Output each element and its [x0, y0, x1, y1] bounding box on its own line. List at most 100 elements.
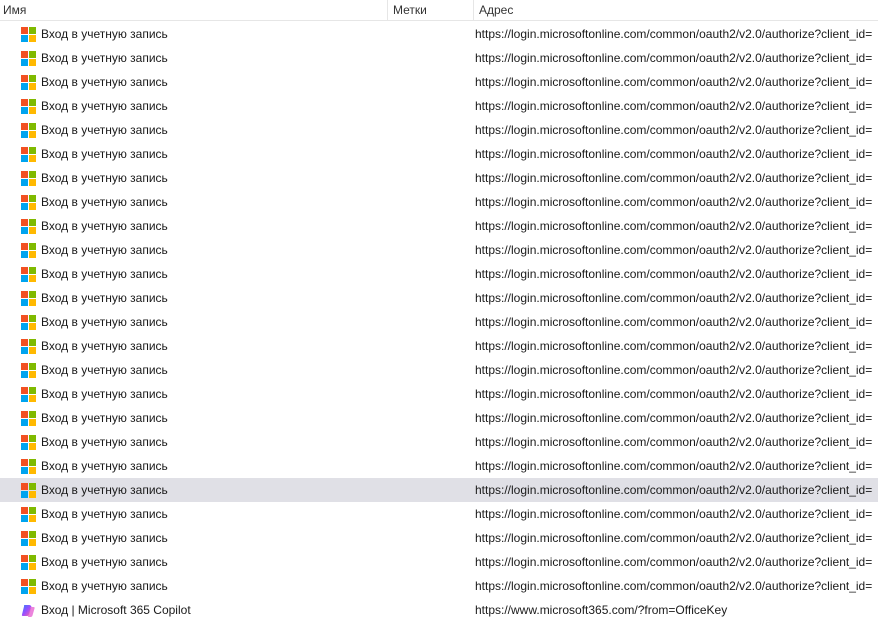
- bookmark-address: https://login.microsoftonline.com/common…: [475, 267, 873, 281]
- bookmark-name-cell: Вход в учетную запись: [0, 290, 388, 306]
- bookmark-row[interactable]: Вход в учетную запись https://login.micro…: [0, 406, 878, 430]
- bookmark-address: https://login.microsoftonline.com/common…: [475, 339, 873, 353]
- bookmark-row[interactable]: Вход в учетную запись https://login.micro…: [0, 454, 878, 478]
- microsoft-logo-icon: [21, 338, 36, 354]
- bookmark-row[interactable]: Вход в учетную запись https://login.micro…: [0, 166, 878, 190]
- bookmark-address: https://login.microsoftonline.com/common…: [475, 99, 873, 113]
- bookmark-row[interactable]: Вход в учетную запись https://login.micro…: [0, 502, 878, 526]
- column-header-tags[interactable]: Метки: [388, 0, 474, 21]
- bookmark-row[interactable]: Вход в учетную запись https://login.micro…: [0, 70, 878, 94]
- bookmark-title: Вход в учетную запись: [41, 483, 168, 497]
- bookmarks-list: Имя Метки Адрес Вход в учетную запись htt…: [0, 0, 878, 618]
- bookmark-title: Вход в учетную запись: [41, 267, 168, 281]
- bookmark-name-cell: Вход в учетную запись: [0, 578, 388, 594]
- bookmark-address: https://login.microsoftonline.com/common…: [475, 315, 873, 329]
- microsoft-logo-icon: [21, 578, 36, 594]
- microsoft-logo-icon: [21, 506, 36, 522]
- bookmark-name-cell: Вход в учетную запись: [0, 362, 388, 378]
- bookmark-rows: Вход в учетную запись https://login.micro…: [0, 22, 878, 618]
- bookmark-name-cell: Вход в учетную запись: [0, 386, 388, 402]
- bookmark-title: Вход в учетную запись: [41, 531, 168, 545]
- bookmark-address: https://login.microsoftonline.com/common…: [475, 123, 873, 137]
- bookmark-name-cell: Вход в учетную запись: [0, 74, 388, 90]
- bookmark-name-cell: Вход в учетную запись: [0, 482, 388, 498]
- bookmark-name-cell: Вход в учетную запись: [0, 146, 388, 162]
- bookmark-name-cell: Вход в учетную запись: [0, 506, 388, 522]
- bookmark-row[interactable]: Вход в учетную запись https://login.micro…: [0, 238, 878, 262]
- microsoft-logo-icon: [21, 98, 36, 114]
- microsoft-logo-icon: [21, 170, 36, 186]
- bookmark-name-cell: Вход в учетную запись: [0, 410, 388, 426]
- bookmark-name-cell: Вход в учетную запись: [0, 338, 388, 354]
- bookmark-title: Вход в учетную запись: [41, 243, 168, 257]
- bookmark-name-cell: Вход | Microsoft 365 Copilot: [0, 603, 388, 618]
- bookmark-address: https://login.microsoftonline.com/common…: [475, 531, 873, 545]
- microsoft-logo-icon: [21, 290, 36, 306]
- column-header-address[interactable]: Адрес: [474, 0, 878, 21]
- bookmark-row[interactable]: Вход в учетную запись https://login.micro…: [0, 142, 878, 166]
- bookmark-address: https://login.microsoftonline.com/common…: [475, 555, 873, 569]
- bookmark-title: Вход в учетную запись: [41, 51, 168, 65]
- bookmark-address: https://login.microsoftonline.com/common…: [475, 219, 873, 233]
- bookmark-name-cell: Вход в учетную запись: [0, 218, 388, 234]
- microsoft-logo-icon: [21, 50, 36, 66]
- bookmark-title: Вход в учетную запись: [41, 315, 168, 329]
- bookmark-address: https://login.microsoftonline.com/common…: [475, 51, 873, 65]
- bookmark-address: https://login.microsoftonline.com/common…: [475, 291, 873, 305]
- bookmark-title: Вход в учетную запись: [41, 507, 168, 521]
- bookmark-address: https://login.microsoftonline.com/common…: [475, 579, 873, 593]
- bookmark-title: Вход в учетную запись: [41, 339, 168, 353]
- bookmark-title: Вход в учетную запись: [41, 435, 168, 449]
- microsoft-logo-icon: [21, 74, 36, 90]
- bookmark-row[interactable]: Вход в учетную запись https://login.micro…: [0, 526, 878, 550]
- bookmark-address: https://login.microsoftonline.com/common…: [475, 483, 873, 497]
- bookmark-address: https://login.microsoftonline.com/common…: [475, 75, 873, 89]
- bookmark-name-cell: Вход в учетную запись: [0, 170, 388, 186]
- microsoft-logo-icon: [21, 26, 36, 42]
- bookmark-row[interactable]: Вход в учетную запись https://login.micro…: [0, 262, 878, 286]
- bookmark-address: https://login.microsoftonline.com/common…: [475, 363, 873, 377]
- bookmark-row[interactable]: Вход в учетную запись https://login.micro…: [0, 334, 878, 358]
- bookmark-name-cell: Вход в учетную запись: [0, 122, 388, 138]
- bookmark-address: https://login.microsoftonline.com/common…: [475, 147, 873, 161]
- microsoft-logo-icon: [21, 122, 36, 138]
- bookmark-row[interactable]: Вход | Microsoft 365 Copilot https://www.…: [0, 598, 878, 618]
- bookmark-address: https://login.microsoftonline.com/common…: [475, 171, 873, 185]
- microsoft-logo-icon: [21, 410, 36, 426]
- bookmark-address: https://www.microsoft365.com/?from=Offic…: [475, 603, 728, 617]
- bookmark-row[interactable]: Вход в учетную запись https://login.micro…: [0, 214, 878, 238]
- bookmark-row[interactable]: Вход в учетную запись https://login.micro…: [0, 310, 878, 334]
- bookmark-title: Вход | Microsoft 365 Copilot: [41, 603, 191, 617]
- bookmark-row[interactable]: Вход в учетную запись https://login.micro…: [0, 382, 878, 406]
- column-header: Имя Метки Адрес: [0, 0, 878, 21]
- bookmark-name-cell: Вход в учетную запись: [0, 26, 388, 42]
- bookmark-row[interactable]: Вход в учетную запись https://login.micro…: [0, 286, 878, 310]
- bookmark-row[interactable]: Вход в учетную запись https://login.micro…: [0, 358, 878, 382]
- bookmark-title: Вход в учетную запись: [41, 99, 168, 113]
- bookmark-title: Вход в учетную запись: [41, 459, 168, 473]
- bookmark-address: https://login.microsoftonline.com/common…: [475, 459, 873, 473]
- bookmark-title: Вход в учетную запись: [41, 171, 168, 185]
- bookmark-name-cell: Вход в учетную запись: [0, 266, 388, 282]
- bookmark-row[interactable]: Вход в учетную запись https://login.micro…: [0, 22, 878, 46]
- microsoft-logo-icon: [21, 554, 36, 570]
- column-header-name[interactable]: Имя: [0, 0, 388, 21]
- bookmark-row[interactable]: Вход в учетную запись https://login.micro…: [0, 118, 878, 142]
- bookmark-title: Вход в учетную запись: [41, 363, 168, 377]
- bookmark-title: Вход в учетную запись: [41, 75, 168, 89]
- bookmark-row[interactable]: Вход в учетную запись https://login.micro…: [0, 46, 878, 70]
- bookmark-name-cell: Вход в учетную запись: [0, 98, 388, 114]
- bookmark-row[interactable]: Вход в учетную запись https://login.micro…: [0, 430, 878, 454]
- bookmark-name-cell: Вход в учетную запись: [0, 554, 388, 570]
- bookmark-title: Вход в учетную запись: [41, 411, 168, 425]
- bookmark-address: https://login.microsoftonline.com/common…: [475, 243, 873, 257]
- microsoft-logo-icon: [21, 530, 36, 546]
- microsoft-logo-icon: [21, 266, 36, 282]
- bookmark-row[interactable]: Вход в учетную запись https://login.micro…: [0, 550, 878, 574]
- bookmark-row[interactable]: Вход в учетную запись https://login.micro…: [0, 190, 878, 214]
- bookmark-row[interactable]: Вход в учетную запись https://login.micro…: [0, 94, 878, 118]
- microsoft-logo-icon: [21, 434, 36, 450]
- bookmark-row[interactable]: Вход в учетную запись https://login.micro…: [0, 574, 878, 598]
- bookmark-name-cell: Вход в учетную запись: [0, 242, 388, 258]
- bookmark-row[interactable]: Вход в учетную запись https://login.micro…: [0, 478, 878, 502]
